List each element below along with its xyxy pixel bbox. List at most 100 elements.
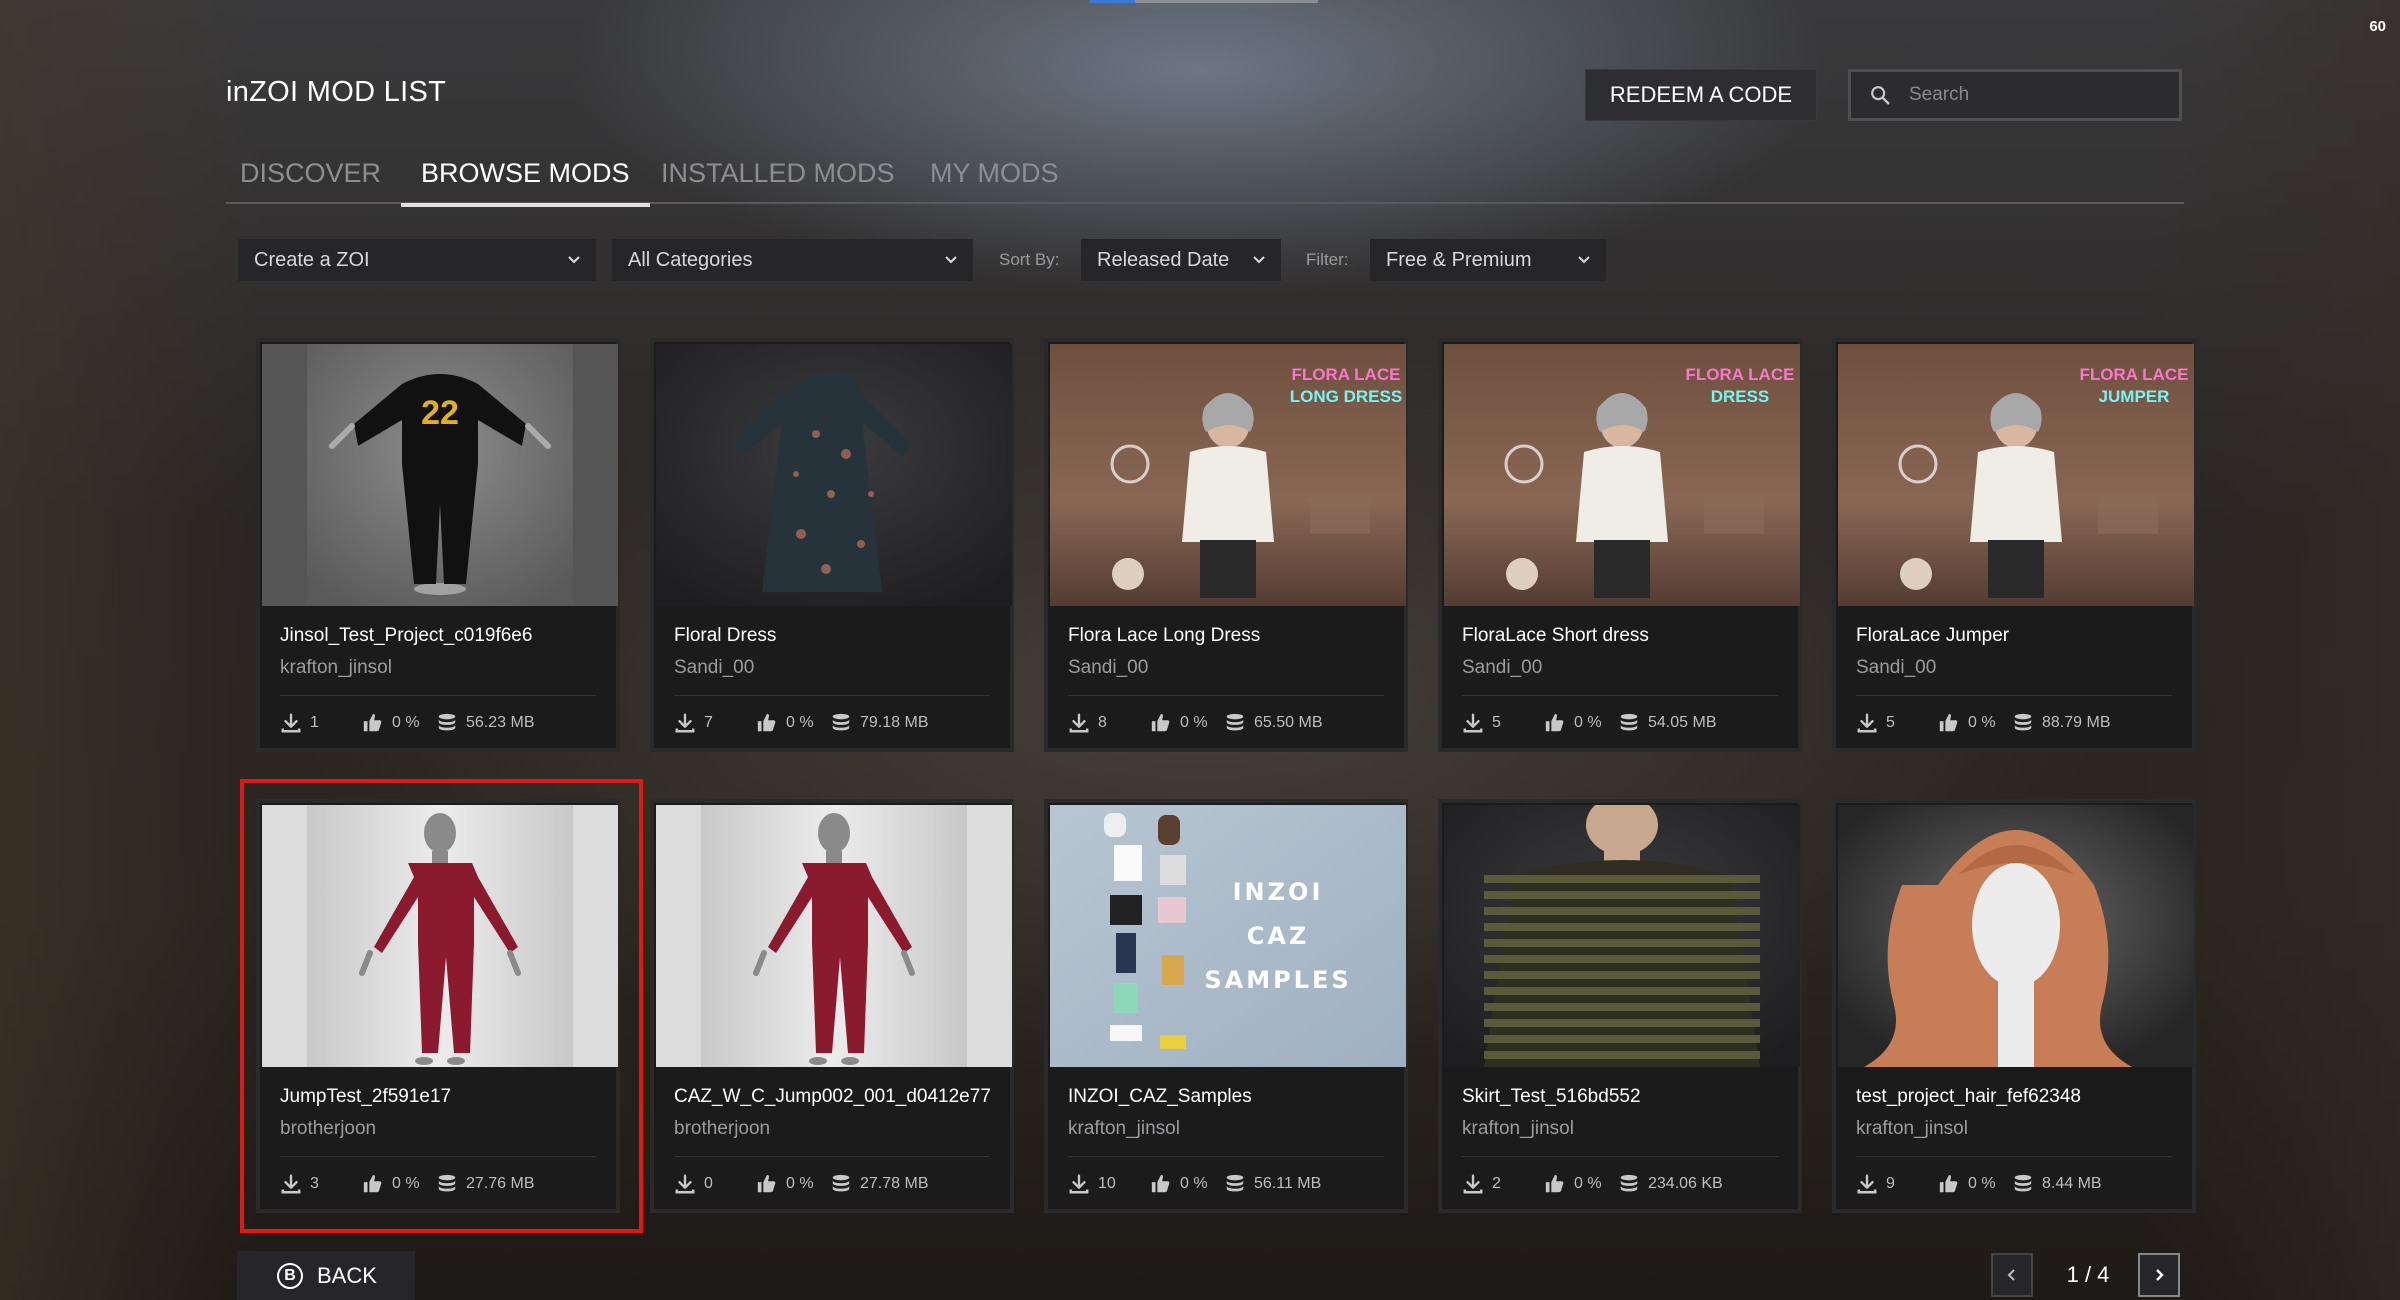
mod-name: FloraLace Jumper: [1856, 625, 2010, 646]
mod-card[interactable]: FLORA LACE JUMPER FloraLace Jumper Sandi…: [1832, 338, 2196, 752]
thumbs-up-icon: [1938, 1173, 1960, 1195]
file-size: 27.78 MB: [860, 1175, 929, 1192]
thumbs-up-icon: [756, 1173, 778, 1195]
download-count: 7: [704, 714, 713, 731]
mod-author: Sandi_00: [1462, 657, 1543, 678]
mod-author: brotherjoon: [674, 1118, 771, 1139]
mod-name: INZOI_CAZ_Samples: [1068, 1086, 1252, 1107]
mod-card[interactable]: CAZ_W_C_Jump002_001_d0412e77 brotherjoon…: [650, 799, 1014, 1213]
mod-author: Sandi_00: [674, 657, 755, 678]
chevron-right-icon: [2156, 1269, 2164, 1281]
mod-name: Flora Lace Long Dress: [1068, 625, 1261, 646]
download-count: 2: [1492, 1175, 1501, 1192]
file-size: 79.18 MB: [860, 714, 929, 731]
back-button[interactable]: B BACK: [237, 1251, 415, 1300]
mod-stats: 8 0 % 65.50 MB: [1068, 711, 1322, 735]
card-divider: [1068, 695, 1384, 696]
file-size: 56.23 MB: [466, 714, 535, 731]
tab-discover[interactable]: DISCOVER: [220, 158, 401, 203]
sort-dropdown[interactable]: Released Date: [1081, 239, 1281, 281]
svg-text:FLORA LACE: FLORA LACE: [1292, 365, 1401, 384]
download-icon: [1462, 1173, 1484, 1195]
file-size: 234.06 KB: [1648, 1175, 1723, 1192]
search-box[interactable]: [1848, 69, 2182, 121]
like-percent: 0 %: [1574, 1175, 1602, 1192]
mod-card[interactable]: INZOI CAZ SAMPLES INZOI_CAZ_Samples kraf…: [1044, 799, 1408, 1213]
svg-text:DRESS: DRESS: [1711, 387, 1770, 406]
mod-card[interactable]: test_project_hair_fef62348 krafton_jinso…: [1832, 799, 2196, 1213]
download-count: 1: [310, 714, 319, 731]
tab-browse-mods[interactable]: BROWSE MODS: [401, 158, 650, 207]
mod-stats: 5 0 % 88.79 MB: [1856, 711, 2110, 735]
mod-author: krafton_jinsol: [1462, 1118, 1574, 1139]
like-percent: 0 %: [786, 714, 814, 731]
svg-text:SAMPLES: SAMPLES: [1204, 966, 1351, 994]
search-input[interactable]: [1907, 83, 2151, 107]
mod-card[interactable]: FLORA LACE LONG DRESS Flora Lace Long Dr…: [1044, 338, 1408, 752]
mod-card[interactable]: FLORA LACE DRESS FloraLace Short dress S…: [1438, 338, 1802, 752]
svg-text:FLORA LACE: FLORA LACE: [2080, 365, 2189, 384]
like-percent: 0 %: [1574, 714, 1602, 731]
card-divider: [1856, 1156, 2172, 1157]
back-label: BACK: [317, 1262, 377, 1288]
file-size: 8.44 MB: [2042, 1175, 2102, 1192]
selection-highlight: [240, 779, 643, 1233]
mod-name: Jinsol_Test_Project_c019f6e6: [280, 625, 533, 646]
tab-my-mods[interactable]: MY MODS: [910, 158, 1079, 203]
storage-icon: [830, 1173, 852, 1195]
mod-name: CAZ_W_C_Jump002_001_d0412e77: [674, 1086, 991, 1107]
b-button-icon: B: [277, 1262, 303, 1289]
thumbs-up-icon: [1544, 712, 1566, 734]
storage-icon: [2012, 712, 2034, 734]
prev-page-button[interactable]: [1991, 1253, 2033, 1297]
download-count: 0: [704, 1175, 713, 1192]
card-divider: [674, 1156, 990, 1157]
download-count: 8: [1098, 714, 1107, 731]
download-icon: [674, 712, 696, 734]
category-dropdown[interactable]: All Categories: [612, 239, 973, 281]
card-divider: [280, 695, 596, 696]
mod-thumbnail: [656, 344, 1012, 606]
download-count: 10: [1098, 1175, 1116, 1192]
mod-card[interactable]: Floral Dress Sandi_00 7 0 % 79.18 MB: [650, 338, 1014, 752]
svg-text:JUMPER: JUMPER: [2099, 387, 2170, 406]
mod-stats: 10 0 % 56.11 MB: [1068, 1172, 1321, 1196]
mod-name: test_project_hair_fef62348: [1856, 1086, 2081, 1107]
chevron-left-icon: [2007, 1269, 2015, 1281]
mod-thumbnail: [1838, 805, 2194, 1067]
mod-author: krafton_jinsol: [1068, 1118, 1180, 1139]
mod-stats: 9 0 % 8.44 MB: [1856, 1172, 2102, 1196]
next-page-button[interactable]: [2138, 1253, 2180, 1297]
card-divider: [674, 695, 990, 696]
like-percent: 0 %: [392, 714, 420, 731]
svg-text:LONG DRESS: LONG DRESS: [1290, 387, 1402, 406]
category-group-value: Create a ZOI: [254, 248, 370, 271]
filter-dropdown[interactable]: Free & Premium: [1370, 239, 1606, 281]
mod-name: FloraLace Short dress: [1462, 625, 1649, 646]
category-group-dropdown[interactable]: Create a ZOI: [238, 239, 596, 281]
card-divider: [1068, 1156, 1384, 1157]
tab-installed-mods[interactable]: INSTALLED MODS: [641, 158, 915, 203]
svg-text:FLORA LACE: FLORA LACE: [1686, 365, 1795, 384]
file-size: 54.05 MB: [1648, 714, 1717, 731]
mod-card[interactable]: Skirt_Test_516bd552 krafton_jinsol 2 0 %…: [1438, 799, 1802, 1213]
mod-thumbnail: INZOI CAZ SAMPLES: [1050, 805, 1406, 1067]
thumbs-up-icon: [1544, 1173, 1566, 1195]
redeem-code-button[interactable]: REDEEM A CODE: [1585, 69, 1817, 121]
mod-thumbnail: [656, 805, 1012, 1067]
like-percent: 0 %: [1968, 1175, 1996, 1192]
download-icon: [1462, 712, 1484, 734]
sort-value: Released Date: [1097, 248, 1230, 271]
like-percent: 0 %: [1180, 1175, 1208, 1192]
mod-thumbnail: FLORA LACE DRESS: [1444, 344, 1800, 606]
thumbs-up-icon: [1938, 712, 1960, 734]
storage-icon: [830, 712, 852, 734]
mod-card[interactable]: 22 Jinsol_Test_Project_c019f6e6 krafton_…: [256, 338, 620, 752]
thumbs-up-icon: [756, 712, 778, 734]
search-icon: [1871, 86, 1890, 105]
download-count: 5: [1886, 714, 1895, 731]
thumbs-up-icon: [362, 712, 384, 734]
like-percent: 0 %: [1968, 714, 1996, 731]
download-icon: [1856, 712, 1878, 734]
mod-name: Skirt_Test_516bd552: [1462, 1086, 1641, 1107]
